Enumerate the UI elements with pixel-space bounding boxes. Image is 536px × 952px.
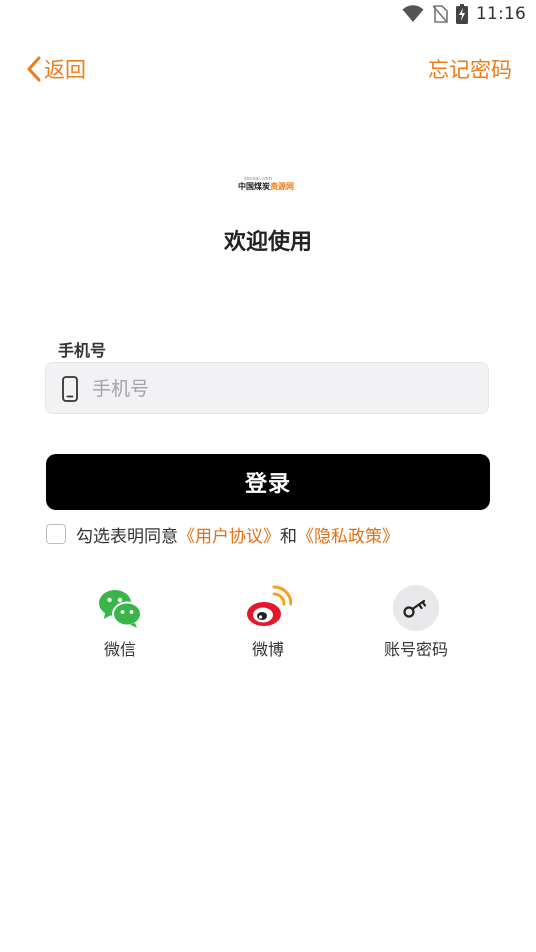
account-password-label: 账号密码 xyxy=(383,640,448,659)
forgot-password-label: 忘记密码 xyxy=(428,58,512,82)
weibo-login-button[interactable]: 微博 xyxy=(208,584,328,664)
phone-field[interactable] xyxy=(45,362,489,414)
app-logo: sxcoal.com 中国煤炭资源网 xyxy=(238,176,298,196)
weibo-label: 微博 xyxy=(251,640,284,659)
agreement-checkbox[interactable] xyxy=(46,524,66,544)
wechat-label: 微信 xyxy=(103,640,136,659)
account-password-login-button[interactable]: 账号密码 xyxy=(356,584,476,664)
wifi-icon xyxy=(402,5,424,22)
wechat-login-button[interactable]: 微信 xyxy=(60,584,180,664)
status-time: 11:16 xyxy=(476,4,526,24)
privacy-policy-link[interactable]: 《隐私政策》 xyxy=(297,522,399,547)
back-button[interactable]: 返回 xyxy=(26,54,86,84)
logo-name-orange: 资源网 xyxy=(270,182,294,191)
phone-input[interactable] xyxy=(90,369,474,409)
chevron-left-icon xyxy=(27,56,41,82)
login-button[interactable]: 登录 xyxy=(46,454,490,510)
battery-charging-icon xyxy=(456,4,468,24)
wechat-icon xyxy=(99,590,142,628)
agreement-and: 和 xyxy=(280,526,297,547)
forgot-password-button[interactable]: 忘记密码 xyxy=(428,54,512,84)
agreement-row: 勾选表明同意 《用户协议》 和 《隐私政策》 xyxy=(46,522,399,547)
welcome-title: 欢迎使用 xyxy=(223,230,312,255)
no-sim-icon xyxy=(432,5,448,23)
mobile-phone-icon xyxy=(62,376,78,402)
key-icon xyxy=(393,585,439,631)
user-agreement-link[interactable]: 《用户协议》 xyxy=(178,522,280,547)
back-label: 返回 xyxy=(44,58,86,82)
logo-name-dark: 中国煤炭 xyxy=(238,182,270,191)
phone-label: 手机号 xyxy=(58,341,107,360)
weibo-icon xyxy=(247,585,292,626)
login-label: 登录 xyxy=(244,472,291,497)
status-bar: 11:16 xyxy=(0,0,536,30)
agreement-prefix: 勾选表明同意 xyxy=(76,526,178,547)
